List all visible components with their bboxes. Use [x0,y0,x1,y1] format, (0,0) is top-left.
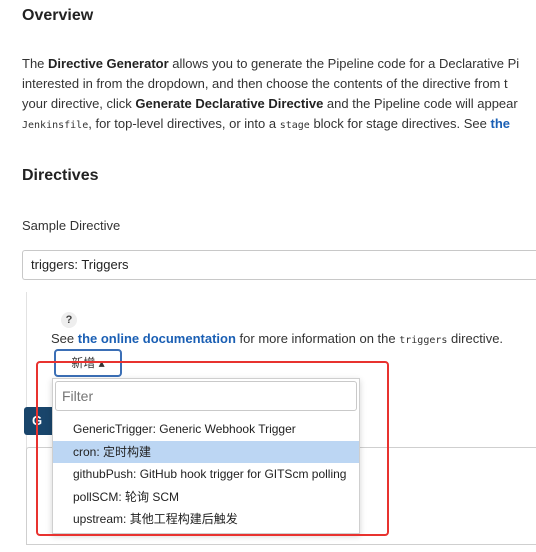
sample-directive-label: Sample Directive [22,218,121,233]
overview-doc-link[interactable]: the [490,116,510,131]
overview-line-3: your directive, click Generate Declarati… [22,96,518,111]
directives-heading: Directives [22,167,99,184]
menu-item-github-push[interactable]: githubPush: GitHub hook trigger for GITS… [53,463,359,486]
menu-item-generic-trigger[interactable]: GenericTrigger: Generic Webhook Trigger [53,418,359,441]
sample-directive-select[interactable]: triggers: Triggers [22,250,536,280]
help-text: See the online documentation for more in… [51,331,504,346]
overview-line-1: The Directive Generator allows you to ge… [22,56,520,71]
generate-declarative-directive-button[interactable]: G [24,407,54,435]
add-button[interactable]: 新增 ▴ [54,349,122,377]
overview-heading: Overview [22,7,94,24]
dropdown-list: GenericTrigger: Generic Webhook Trigger … [53,418,359,531]
menu-item-poll-scm[interactable]: pollSCM: 轮询 SCM [53,486,359,509]
menu-item-cron[interactable]: cron: 定时构建 [53,440,359,463]
help-icon[interactable]: ? [61,312,77,328]
overview-paragraph: The Directive Generator allows you to ge… [22,54,536,136]
menu-item-upstream[interactable]: upstream: 其他工程构建后触发 [53,508,359,531]
filter-input[interactable] [55,381,357,411]
overview-line-4: Jenkinsfile, for top-level directives, o… [22,116,510,131]
online-documentation-link[interactable]: the online documentation [78,331,236,346]
add-dropdown-menu: GenericTrigger: Generic Webhook Trigger … [52,378,360,534]
overview-line-2: interested in from the dropdown, and the… [22,76,508,91]
